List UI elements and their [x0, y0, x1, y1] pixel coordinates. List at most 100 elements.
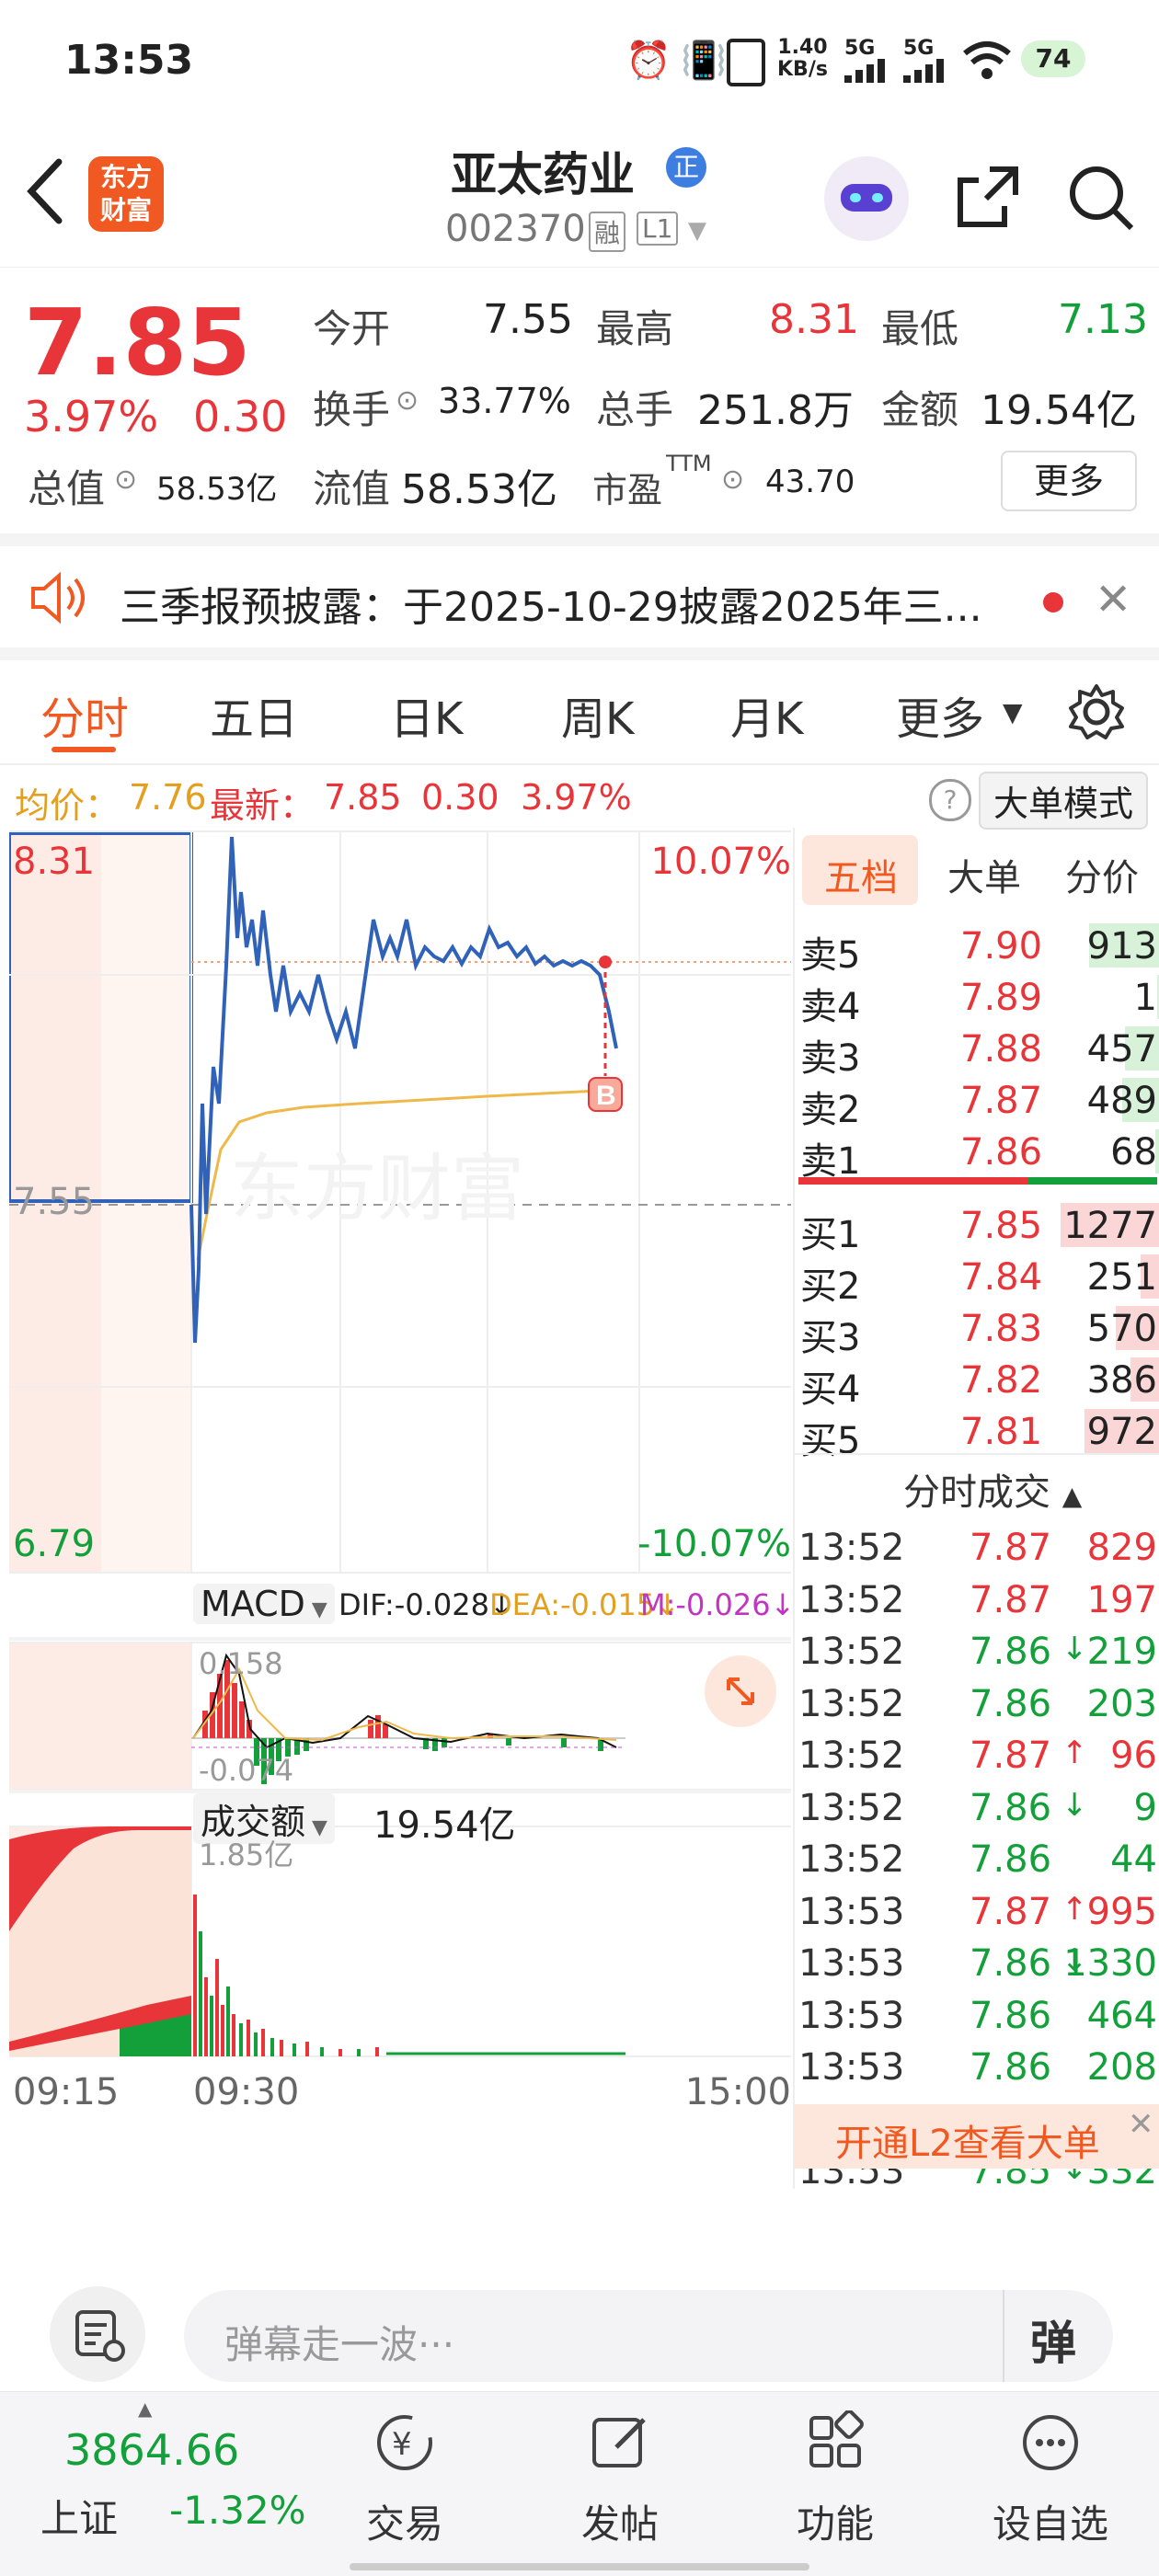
battery-icon: 74 — [1021, 40, 1085, 77]
signal-2-icon — [903, 59, 951, 86]
trades-title[interactable]: 分时成交 ▲ — [903, 1462, 1082, 1516]
volume-label: 总手 — [596, 387, 674, 432]
trade-price: 7.86 — [970, 1786, 1052, 1829]
trade-row: 13:52 7.86 9 ↓ — [795, 1781, 1159, 1833]
bid-row[interactable]: 买5 7.81 972 — [795, 1405, 1159, 1462]
volume-value: 251.8万 — [697, 387, 854, 434]
gear-icon[interactable] — [1067, 682, 1126, 745]
time-end: 15:00 — [684, 2071, 791, 2113]
stock-header: 东方 财富 亚太药业 正 002370 融 L1 ▼ — [0, 129, 1159, 268]
tab-large-order[interactable]: 大单 — [947, 848, 1021, 901]
level-price: 7.87 — [960, 1080, 1043, 1122]
tab-week-k[interactable]: 周K — [561, 682, 634, 747]
close-icon[interactable]: ✕ — [1095, 574, 1131, 625]
y-axis-bottom: 6.79 — [13, 1523, 96, 1565]
tab-price-split[interactable]: 分价 — [1065, 848, 1139, 901]
danmu-toggle[interactable]: 弹 — [1030, 2307, 1076, 2373]
trade-price: 7.86 — [970, 1631, 1052, 1673]
info-icon[interactable]: ⊙ — [114, 464, 137, 496]
macd-bottom: -0.074 — [199, 1753, 294, 1788]
edit-icon — [592, 2418, 646, 2467]
trade-volume: 995 — [1086, 1890, 1157, 1933]
close-icon[interactable]: ✕ — [1128, 2106, 1154, 2143]
arrow-down-icon: ↓ — [1061, 1631, 1088, 1667]
expand-icon[interactable] — [705, 1655, 776, 1727]
trade-price: 7.87 — [970, 1735, 1052, 1777]
tab-five-level[interactable]: 五档 — [824, 848, 898, 901]
ask-row[interactable]: 卖3 7.88 457 — [795, 1023, 1159, 1080]
index-value[interactable]: 3864.66 — [64, 2425, 239, 2475]
notice-bar[interactable]: 三季报预披露：于2025-10-29披露2025年三... ✕ — [0, 533, 1159, 660]
barrage-settings-icon[interactable] — [50, 2286, 145, 2382]
bid-row[interactable]: 买3 7.83 570 — [795, 1302, 1159, 1359]
ask-row[interactable]: 卖1 7.86 68 — [795, 1126, 1159, 1183]
arrow-down-icon: ↓ — [1061, 1942, 1088, 1979]
l2-banner[interactable]: 开通L2查看大单 ✕ — [795, 2104, 1159, 2169]
ask-row[interactable]: 卖4 7.89 1 — [795, 971, 1159, 1028]
share-icon[interactable] — [953, 162, 1023, 235]
macd-m: M:-0.026↓ — [640, 1587, 796, 1622]
status-bar: 13:53 ⏰ 📳 1.40 KB/s 5G 5G 74 — [0, 0, 1159, 120]
large-order-mode-button[interactable]: 大单模式 — [979, 772, 1149, 830]
trade-time: 13:53 — [798, 1994, 905, 2037]
ai-assistant-icon[interactable] — [824, 156, 909, 241]
level-price: 7.81 — [960, 1411, 1043, 1453]
trade-volume: 464 — [1086, 1994, 1157, 2037]
tab-day-k[interactable]: 日K — [390, 682, 463, 747]
bid-row[interactable]: 买1 7.85 1277 — [795, 1199, 1159, 1256]
latest-change: 0.30 — [421, 777, 499, 818]
caret-up-icon: ▲ — [1061, 1481, 1083, 1511]
help-icon[interactable]: ? — [929, 779, 971, 821]
time-open: 09:30 — [193, 2071, 300, 2113]
time-start: 09:15 — [13, 2071, 120, 2113]
tab-month-k[interactable]: 月K — [730, 682, 803, 747]
arrow-up-icon: ↑ — [1061, 1890, 1088, 1928]
low-value: 7.13 — [1058, 296, 1148, 343]
search-icon[interactable] — [1065, 162, 1135, 235]
tab-more[interactable]: 更多 — [896, 682, 984, 747]
trade-volume: 9 — [1133, 1786, 1157, 1829]
macd-selector[interactable]: MACD ▼ — [193, 1584, 335, 1624]
trade-time: 13:52 — [798, 1682, 905, 1725]
change-amount: 0.30 — [193, 392, 288, 441]
more-button[interactable]: 更多 — [1001, 451, 1137, 511]
level-volume: 68 — [1110, 1131, 1157, 1174]
ask-row[interactable]: 卖5 7.90 913 — [795, 920, 1159, 977]
high-value: 8.31 — [769, 296, 859, 343]
nav-add-watchlist[interactable]: 设自选 — [977, 2410, 1124, 2549]
back-icon[interactable] — [22, 155, 68, 232]
level-volume: 457 — [1086, 1028, 1157, 1070]
app-logo[interactable]: 东方 财富 — [88, 156, 164, 232]
info-icon[interactable]: ⊙ — [396, 384, 419, 417]
speaker-icon — [28, 570, 92, 629]
intraday-info: 均价： 7.76 最新： 7.85 0.30 3.97% ? 大单模式 — [0, 768, 1159, 830]
bid-row[interactable]: 买4 7.82 386 — [795, 1354, 1159, 1411]
chevron-down-icon[interactable]: ▼ — [688, 217, 706, 245]
ask-row[interactable]: 卖2 7.87 489 — [795, 1074, 1159, 1131]
index-name[interactable]: 上证 — [40, 2488, 118, 2544]
macd-top: 0.158 — [199, 1646, 283, 1681]
nav-functions[interactable]: 功能 — [762, 2410, 909, 2549]
bid-row[interactable]: 买2 7.84 251 — [795, 1251, 1159, 1308]
trade-row: 13:52 7.87 197 — [795, 1574, 1159, 1625]
status-time: 13:53 — [64, 37, 194, 84]
trade-price: 7.86 — [970, 1942, 1052, 1985]
float-label: 流值 — [313, 466, 391, 511]
notice-text[interactable]: 三季报预披露：于2025-10-29披露2025年三... — [120, 574, 982, 633]
tab-intraday[interactable]: 分时 — [40, 682, 129, 747]
svg-text:¥: ¥ — [392, 2426, 412, 2463]
trade-row: 13:53 7.86 464 — [795, 1989, 1159, 2041]
order-book: 五档 大单 分价 卖5 7.90 913 卖4 7.89 1 卖3 7.88 457 卖2 7.87… — [793, 828, 1159, 2192]
tab-five-day[interactable]: 五日 — [210, 682, 298, 747]
intraday-chart[interactable]: 东方财富 B 8.31 7.55 6.79 10.07% -10.07% MAC… — [9, 828, 795, 2113]
level-volume: 1 — [1133, 977, 1157, 1019]
caret-up-icon: ▲ — [138, 2398, 153, 2420]
caret-down-icon[interactable]: ▼ — [1003, 697, 1023, 727]
barrage-input[interactable]: 弹幕走一波··· 弹 — [184, 2290, 1113, 2382]
quote-panel: 7.85 3.97% 0.30 今开 7.55 最高 8.31 最低 7.13 … — [0, 267, 1159, 533]
amount-value: 19.54亿 — [981, 387, 1137, 434]
info-icon[interactable]: ⊙ — [721, 464, 744, 496]
nav-trade[interactable]: ¥ 交易 — [331, 2410, 478, 2549]
nav-post[interactable]: 发帖 — [546, 2410, 694, 2549]
index-percent[interactable]: -1.32% — [169, 2488, 306, 2533]
